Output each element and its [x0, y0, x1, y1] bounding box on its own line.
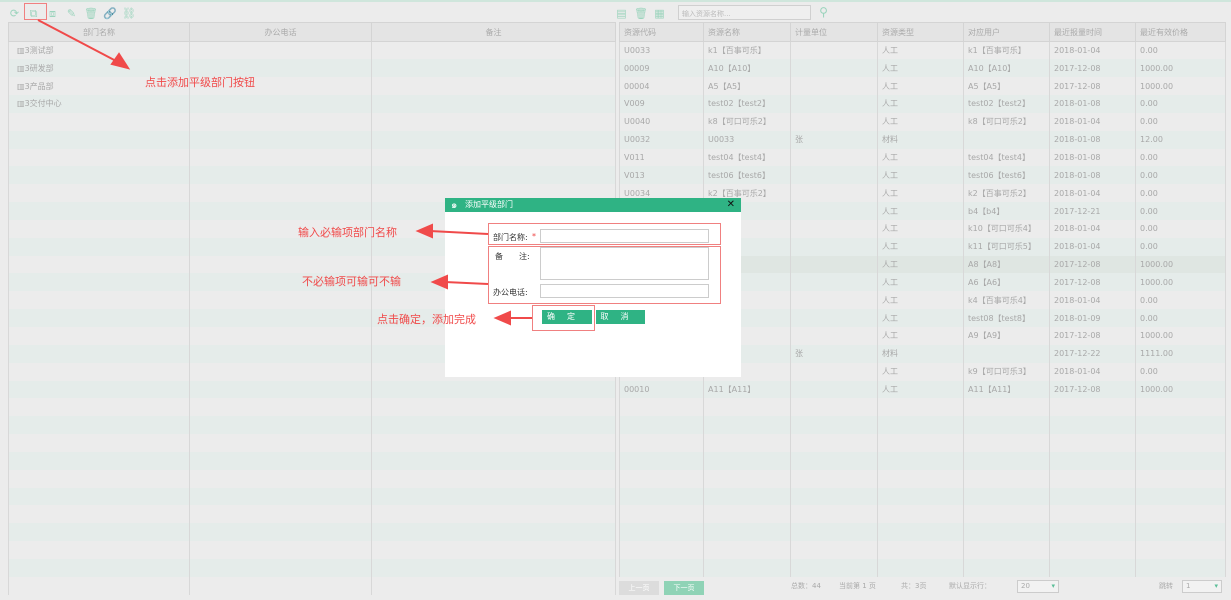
- annotation-optional: 不必输项可输可不输: [302, 275, 401, 288]
- annotation-arrows: [37, 19, 532, 326]
- annotation-confirm: 点击确定，添加完成: [377, 313, 476, 326]
- annotation-add-button: 点击添加平级部门按钮: [145, 76, 255, 89]
- annotation-required: 输入必输项部门名称: [298, 226, 397, 239]
